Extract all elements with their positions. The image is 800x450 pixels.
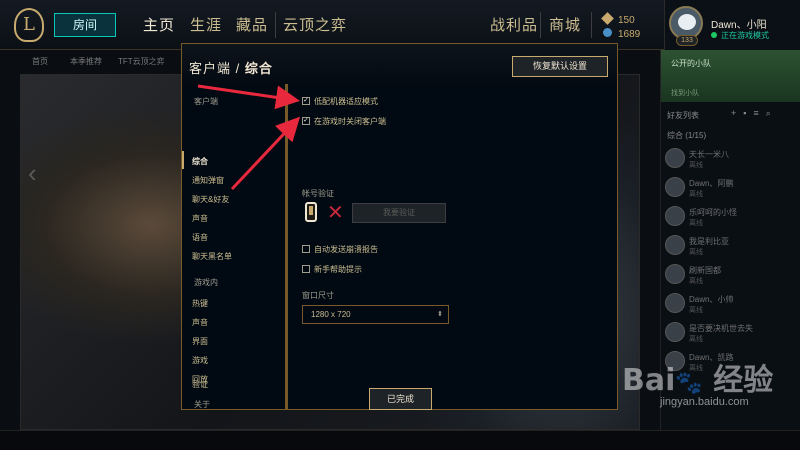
friend-avatar xyxy=(665,206,685,226)
settings-nav-sound[interactable]: 声音 xyxy=(192,213,208,224)
friend-avatar xyxy=(665,177,685,197)
auto-report-option[interactable]: 自动发送崩溃报告 xyxy=(302,244,378,255)
nav-scrollbar[interactable] xyxy=(285,84,288,409)
nav-collection[interactable]: 藏品 xyxy=(236,14,268,35)
settings-content: ✓ 低配机器适应模式 ✓ 在游戏时关闭客户端 帐号验证 ✕ 我要验证 自动发送崩溃报… xyxy=(302,84,612,409)
baidu-jingyan-watermark: Bai🐾 经验 xyxy=(622,363,774,398)
friend-avatar xyxy=(665,322,685,342)
window-size-select[interactable]: 1280 x 720 ⬍ xyxy=(302,305,449,324)
profile-panel[interactable]: 133 Dawn、小阳 正在游戏模式 xyxy=(664,0,800,50)
low-spec-checkbox[interactable]: ✓ xyxy=(302,96,310,105)
search-icon[interactable]: ⌕ xyxy=(766,108,778,118)
level-badge: 133 xyxy=(676,35,698,46)
close-client-checkbox[interactable]: ✓ xyxy=(302,116,310,125)
settings-nav-game[interactable]: 游戏 xyxy=(192,355,208,366)
add-friend-icon[interactable]: + xyxy=(731,108,743,118)
list-icon[interactable]: ≡ xyxy=(753,108,765,118)
rp-count: 1689 xyxy=(603,28,640,40)
club-subtitle: 找到小队 xyxy=(671,90,699,97)
settings-nav-voice[interactable]: 语音 xyxy=(192,232,208,243)
profile-name: Dawn、小阳 xyxy=(711,20,767,31)
friend-item[interactable]: 乐呵呵的小怪 离线 xyxy=(665,204,797,232)
low-spec-mode-option[interactable]: ✓ 低配机器适应模式 xyxy=(302,96,378,107)
lol-logo-icon[interactable]: L xyxy=(14,8,44,42)
nav-section-ingame: 游戏内 xyxy=(194,278,218,287)
settings-nav-interface[interactable]: 界面 xyxy=(192,336,208,347)
friend-item[interactable]: 天长一米八 离线 xyxy=(665,146,797,174)
friend-item[interactable]: 刷新国都 离线 xyxy=(665,262,797,290)
settings-nav-notifications[interactable]: 通知弹窗 xyxy=(192,175,224,186)
nav-tft[interactable]: 云顶之弈 xyxy=(283,14,347,35)
dialog-title: 客户端 / 综合 xyxy=(189,61,273,76)
nav-loot[interactable]: 战利品 xyxy=(490,14,538,35)
done-button[interactable]: 已完成 xyxy=(369,388,432,410)
settings-nav-chat-friends[interactable]: 聊天&好友 xyxy=(192,194,229,205)
chevron-up-down-icon: ⬍ xyxy=(437,311,443,318)
subnav-item[interactable]: TFT云顶之弈 xyxy=(118,56,165,67)
essence-icon xyxy=(601,12,614,25)
friend-avatar xyxy=(665,264,685,284)
account-verify-label: 帐号验证 xyxy=(302,189,334,198)
watermark-url: jingyan.baidu.com xyxy=(660,396,749,408)
restore-defaults-button[interactable]: 恢复默认设置 xyxy=(512,56,608,77)
subnav-item[interactable]: 本季推荐 xyxy=(70,56,102,67)
settings-dialog: 客户端 / 综合 恢复默认设置 客户端 综合 通知弹窗 聊天&好友 声音 语音 … xyxy=(181,43,618,410)
profile-status: 正在游戏模式 xyxy=(711,30,769,41)
friend-avatar xyxy=(665,293,685,313)
chevron-left-icon[interactable]: ‹ xyxy=(28,158,37,189)
close-icon: ✕ xyxy=(327,202,344,224)
settings-nav-ingame-sound[interactable]: 声音 xyxy=(192,317,208,328)
friends-list-header: 好友列表 xyxy=(667,111,699,120)
tutorial-tips-option[interactable]: 新手帮助提示 xyxy=(302,264,362,275)
close-client-option[interactable]: ✓ 在游戏时关闭客户端 xyxy=(302,116,386,127)
friend-item[interactable]: Dawn、小帅 离线 xyxy=(665,291,797,319)
friend-item[interactable]: Dawn、阿鹏 离线 xyxy=(665,175,797,203)
active-nav-marker xyxy=(182,151,184,169)
nav-divider xyxy=(591,12,592,38)
phone-icon xyxy=(305,202,317,222)
friend-tools: +▪≡⌕ xyxy=(731,108,778,119)
friend-group-title[interactable]: 综合 (1/15) xyxy=(667,130,706,141)
nav-profile[interactable]: 生涯 xyxy=(190,14,222,35)
subnav-item[interactable]: 首页 xyxy=(32,56,48,67)
folder-icon[interactable]: ▪ xyxy=(743,108,753,118)
nav-store[interactable]: 商城 xyxy=(549,14,581,35)
friend-item[interactable]: 是否要决机世去失 离线 xyxy=(665,320,797,348)
blue-essence-count: 150 xyxy=(601,12,635,26)
friend-avatar xyxy=(665,235,685,255)
settings-nav-hotkeys[interactable]: 热键 xyxy=(192,298,208,309)
rp-icon xyxy=(603,28,612,37)
verify-button[interactable]: 我要验证 xyxy=(352,203,446,223)
auto-report-checkbox[interactable] xyxy=(302,244,310,253)
club-banner[interactable]: 公开的小队 找到小队 xyxy=(661,50,800,102)
friend-avatar xyxy=(665,148,685,168)
nav-section-about: 关于 xyxy=(194,400,210,409)
window-size-label: 窗口尺寸 xyxy=(302,291,334,300)
nav-home[interactable]: 主页 xyxy=(143,14,175,35)
friend-item[interactable]: 我是利比亚 离线 xyxy=(665,233,797,261)
tutorial-tips-checkbox[interactable] xyxy=(302,264,310,273)
nav-divider xyxy=(275,12,276,38)
nav-section-client: 客户端 xyxy=(194,97,218,106)
settings-nav: 客户端 综合 通知弹窗 聊天&好友 声音 语音 聊天黑名单 游戏内 热键 声音 … xyxy=(182,84,286,409)
bottom-status-bar xyxy=(0,430,800,450)
play-button[interactable]: 房间 xyxy=(54,13,116,37)
club-title: 公开的小队 xyxy=(671,59,711,68)
settings-nav-verification[interactable]: 验证 xyxy=(192,379,208,390)
nav-divider xyxy=(540,12,541,38)
settings-nav-general[interactable]: 综合 xyxy=(192,156,208,167)
settings-nav-blocklist[interactable]: 聊天黑名单 xyxy=(192,251,232,262)
